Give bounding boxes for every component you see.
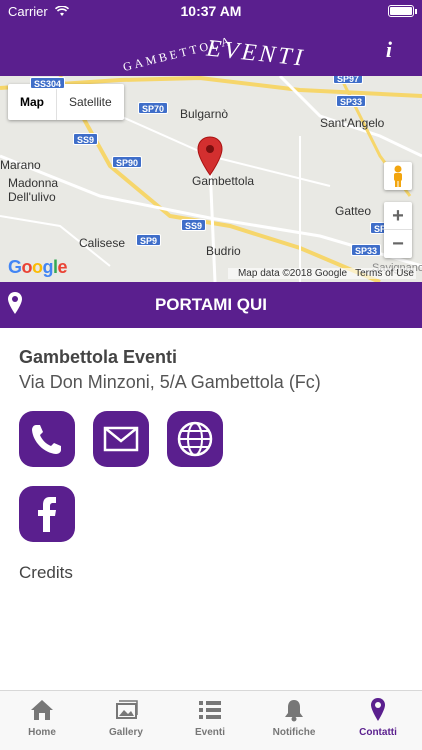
tab-bar: Home Gallery Eventi Notifiche Contatti (0, 690, 422, 750)
road-tag: SP97 (333, 76, 364, 84)
road-tag: SP70 (138, 102, 169, 114)
directions-label: PORTAMI QUI (154, 295, 268, 314)
road-tag: SP90 (112, 156, 143, 168)
location-pin-icon (371, 698, 385, 721)
bell-icon (285, 700, 303, 722)
zoom-in-button[interactable]: + (384, 202, 412, 230)
map-data-label: Map data ©2018 Google (237, 268, 348, 279)
venue-name: Gambettola Eventi (19, 347, 178, 367)
place-label: Bulgarnò (180, 107, 229, 121)
tab-notifiche[interactable]: Notifiche (252, 697, 336, 738)
header-bar: GAMBETTOLA EVENTI i (0, 22, 422, 76)
tab-gallery[interactable]: Gallery (84, 697, 168, 738)
info-button[interactable]: i (386, 37, 392, 63)
svg-text:EVENTI: EVENTI (204, 35, 306, 71)
gallery-icon (116, 700, 138, 719)
place-label: Marano (0, 158, 41, 172)
battery-icon (388, 5, 414, 17)
road-tag: SS304 (30, 77, 66, 89)
facebook-button[interactable] (19, 486, 75, 542)
google-logo: Google (8, 257, 68, 277)
map-type-toggle[interactable]: Map Satellite (8, 84, 124, 120)
zoom-control: + − (384, 202, 412, 258)
street-view-button[interactable] (384, 162, 412, 190)
phone-icon (32, 425, 61, 454)
zoom-out-button[interactable]: − (384, 230, 412, 258)
pegman-icon (394, 165, 402, 187)
place-label: Madonna (8, 176, 59, 190)
place-label: Sant'Angelo (320, 116, 385, 130)
map-toggle-satellite[interactable]: Satellite (57, 84, 124, 120)
credits-link[interactable]: Credits (19, 563, 73, 583)
terms-link[interactable]: Terms of Use (355, 268, 414, 279)
status-bar: Carrier 10:37 AM (0, 0, 422, 22)
map-pin-icon[interactable] (197, 136, 223, 176)
place-label: Gatteo (335, 204, 372, 218)
mail-icon (103, 426, 139, 452)
website-button[interactable] (167, 411, 223, 467)
place-label: Budrio (206, 244, 241, 258)
tab-home[interactable]: Home (0, 697, 84, 738)
road-tag: SS9 (181, 219, 207, 231)
directions-button[interactable]: PORTAMI QUI (0, 282, 422, 328)
road-tag: SS9 (73, 133, 99, 145)
place-label: Gambettola (192, 174, 255, 188)
venue-address: Via Don Minzoni, 5/A Gambettola (Fc) (19, 372, 321, 392)
place-label: Dell'ulivo (8, 190, 56, 204)
list-icon (199, 701, 221, 719)
road-tag: SP9 (136, 234, 162, 246)
place-label: Calisese (79, 236, 126, 250)
tab-label: Notifiche (272, 727, 316, 738)
road-tag: SP33 (351, 244, 382, 256)
email-button[interactable] (93, 411, 149, 467)
tab-eventi[interactable]: Eventi (168, 697, 252, 738)
home-icon (31, 700, 53, 720)
tab-label: Eventi (194, 727, 225, 738)
map-attribution: Map data ©2018 Google Terms of Use (227, 268, 416, 279)
tab-label: Gallery (109, 727, 143, 738)
tab-label: Home (28, 727, 56, 738)
tab-label: Contatti (359, 727, 397, 738)
map-view[interactable]: Map Satellite Bulgarnò Sant'Angelo Maran… (0, 76, 422, 282)
tab-contatti[interactable]: Contatti (336, 697, 420, 738)
app-logo: GAMBETTOLA EVENTI (121, 33, 306, 72)
phone-button[interactable] (19, 411, 75, 467)
road-tag: SP33 (336, 95, 367, 107)
clock: 10:37 AM (180, 3, 242, 19)
globe-icon (177, 421, 213, 457)
facebook-icon (38, 497, 56, 532)
